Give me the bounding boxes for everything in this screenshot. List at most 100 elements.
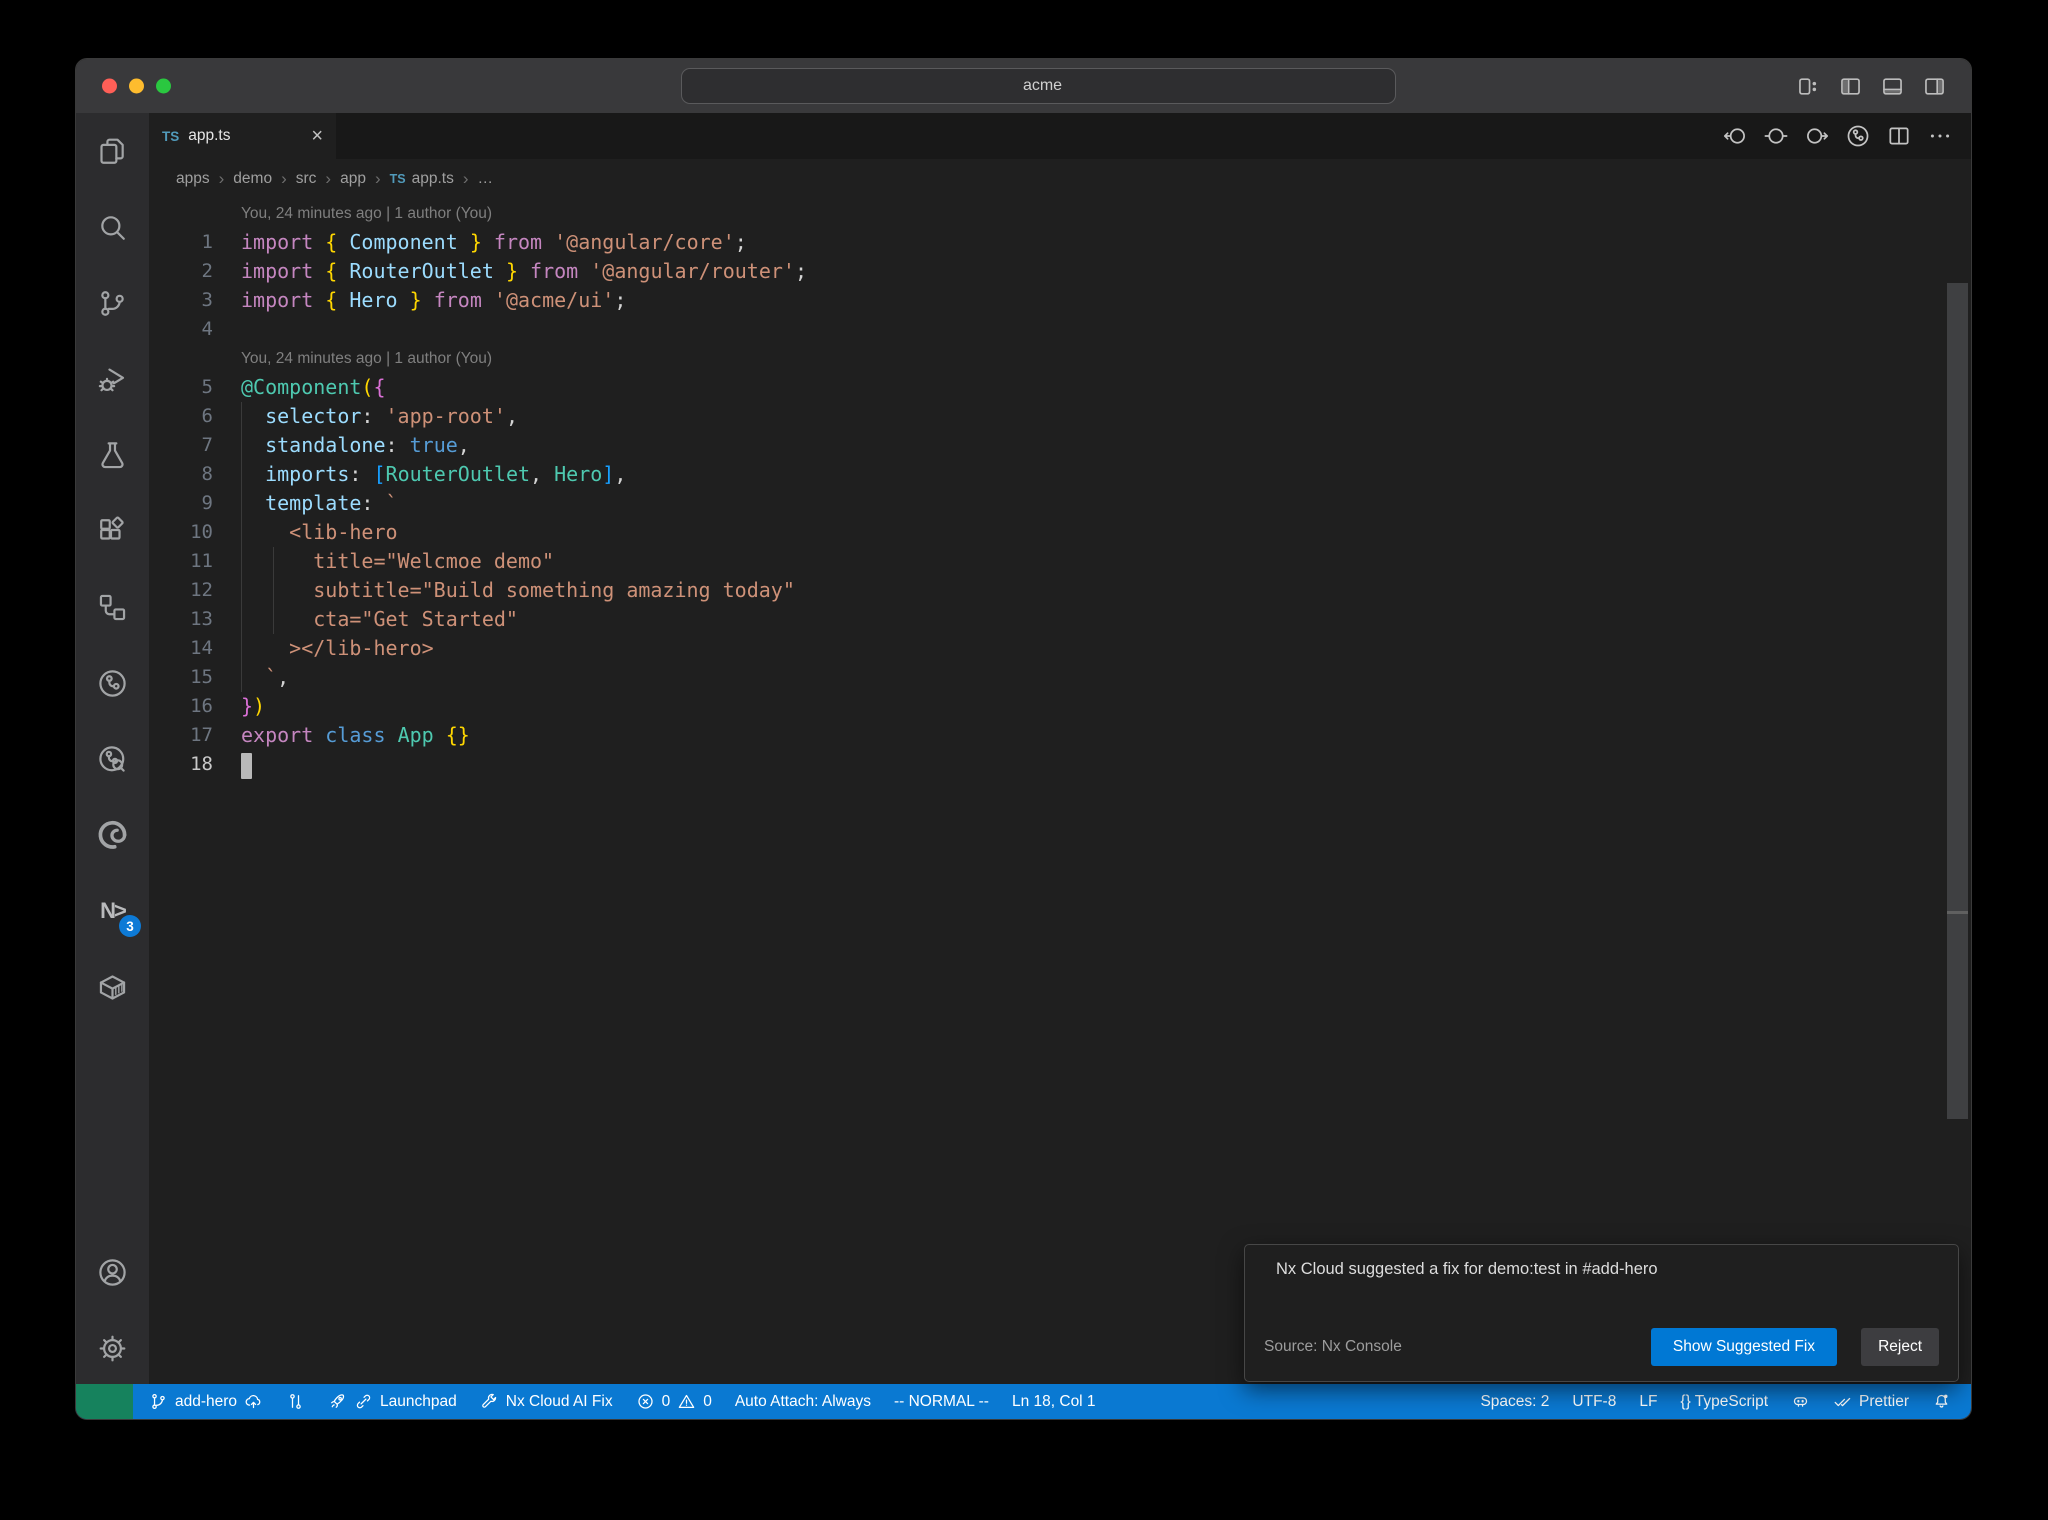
breadcrumb-item[interactable]: … bbox=[478, 170, 494, 188]
line-number: 7 bbox=[201, 434, 213, 456]
tab-app-ts[interactable]: TS app.ts × bbox=[149, 113, 336, 159]
activity-item-files[interactable] bbox=[76, 113, 149, 189]
source-control-icon bbox=[96, 287, 129, 320]
status-item-eol[interactable]: LF bbox=[1633, 1393, 1663, 1411]
line-number: 6 bbox=[201, 405, 213, 427]
notification-title: Nx Cloud suggested a fix for demo:test i… bbox=[1276, 1260, 1658, 1278]
layout-sidebar-left-icon[interactable] bbox=[1838, 74, 1863, 99]
breadcrumb-item[interactable]: app bbox=[340, 170, 366, 188]
ellipsis-icon[interactable] bbox=[1927, 123, 1953, 149]
files-icon bbox=[96, 135, 129, 168]
line-number: 12 bbox=[190, 579, 213, 601]
show-suggested-fix-button[interactable]: Show Suggested Fix bbox=[1650, 1328, 1838, 1366]
status-item-commit-graph[interactable] bbox=[280, 1392, 311, 1411]
activity-item-gear[interactable] bbox=[76, 1310, 149, 1386]
status-item-notifications-bell[interactable] bbox=[1926, 1392, 1957, 1411]
activity-item-extensions[interactable] bbox=[76, 493, 149, 569]
code-line: 3 import { Hero } from '@acme/ui'; bbox=[149, 286, 1971, 315]
scrollbar-decoration bbox=[1947, 911, 1968, 914]
status-item-git-branch[interactable]: add-hero bbox=[143, 1392, 269, 1411]
status-item-problems[interactable]: 00 bbox=[630, 1392, 718, 1411]
search-value: acme bbox=[1022, 77, 1063, 94]
remote-indicator[interactable] bbox=[76, 1384, 133, 1419]
layout-panel-icon[interactable] bbox=[1880, 74, 1905, 99]
split-editor-icon[interactable] bbox=[1886, 123, 1912, 149]
breadcrumb-separator: › bbox=[281, 169, 287, 188]
gitlens-inspect-icon bbox=[96, 743, 129, 776]
activity-item-edge[interactable] bbox=[76, 797, 149, 873]
layout-sidebar-right-icon[interactable] bbox=[1922, 74, 1947, 99]
editor-scrollbar[interactable] bbox=[1947, 283, 1968, 1119]
reject-button[interactable]: Reject bbox=[1861, 1328, 1939, 1366]
code-line: 15 `, bbox=[149, 663, 1971, 692]
status-item-auto-attach[interactable]: Auto Attach: Always bbox=[729, 1393, 877, 1411]
line-number: 15 bbox=[190, 666, 213, 688]
account-icon bbox=[96, 1256, 129, 1289]
code-line: 11 title="Welcmoe demo" bbox=[149, 547, 1971, 576]
gitlens-icon bbox=[96, 667, 129, 700]
copilot-icon bbox=[1791, 1392, 1810, 1411]
status-item-formatter[interactable]: Prettier bbox=[1827, 1392, 1915, 1411]
gitlens-codelens[interactable]: You, 24 minutes ago | 1 author (You) bbox=[149, 199, 1971, 228]
status-item-cursor-position[interactable]: Ln 18, Col 1 bbox=[1006, 1393, 1102, 1411]
titlebar[interactable]: acme bbox=[76, 59, 1971, 113]
breadcrumb-item[interactable]: src bbox=[296, 170, 317, 188]
status-item-launchpad[interactable]: Launchpad bbox=[322, 1392, 463, 1411]
activity-item-debug[interactable] bbox=[76, 341, 149, 417]
layout-customize-icon[interactable] bbox=[1796, 74, 1821, 99]
line-number: 4 bbox=[201, 318, 213, 340]
gear-icon bbox=[96, 1332, 129, 1365]
code-line: 1 import { Component } from '@angular/cor… bbox=[149, 228, 1971, 257]
activity-item-beaker[interactable] bbox=[76, 417, 149, 493]
copilot-menu[interactable] bbox=[1414, 59, 1418, 113]
activity-item-search[interactable] bbox=[76, 189, 149, 265]
code-line: 7 standalone: true, bbox=[149, 431, 1971, 460]
activity-item-account[interactable] bbox=[76, 1234, 149, 1310]
breadcrumb-separator: › bbox=[218, 169, 225, 188]
line-number: 1 bbox=[201, 231, 213, 253]
activity-item-gitlens-inspect[interactable] bbox=[76, 721, 149, 797]
code-editor[interactable]: You, 24 minutes ago | 1 author (You) 1 imp… bbox=[149, 199, 1971, 1386]
minimize-window-button[interactable] bbox=[129, 78, 144, 94]
status-item-nx-cloud-ai-fix[interactable]: Nx Cloud AI Fix bbox=[474, 1392, 619, 1411]
notification-toast: Nx Cloud suggested a fix for demo:test i… bbox=[1244, 1244, 1959, 1382]
tab-close-icon[interactable]: × bbox=[311, 126, 323, 146]
code-line: 9 template: ` bbox=[149, 489, 1971, 518]
tab-label: app.ts bbox=[188, 127, 231, 144]
code-line: 4 bbox=[149, 315, 1971, 344]
breadcrumb-item[interactable]: apps bbox=[176, 170, 210, 188]
gitlens-codelens[interactable]: You, 24 minutes ago | 1 author (You) bbox=[149, 344, 1971, 373]
activity-item-nx-console[interactable]: N> 3 bbox=[76, 873, 149, 949]
status-item-language[interactable]: {} TypeScript bbox=[1674, 1393, 1774, 1411]
activity-item-source-control[interactable] bbox=[76, 265, 149, 341]
status-bar: add-hero Launchpad Nx Cloud AI Fix 0 0 Auto A… bbox=[76, 1384, 1971, 1419]
zoom-window-button[interactable] bbox=[156, 78, 171, 94]
status-item-vim-mode[interactable]: -- NORMAL -- bbox=[888, 1393, 995, 1411]
circle-arrow-left-icon[interactable] bbox=[1722, 123, 1748, 149]
line-number: 5 bbox=[201, 376, 213, 398]
circle-arrow-right-icon[interactable] bbox=[1804, 123, 1830, 149]
breadcrumb-item[interactable]: TS app.ts bbox=[390, 170, 454, 188]
breadcrumb-item[interactable]: demo bbox=[233, 170, 272, 188]
activity-item-gitlens[interactable] bbox=[76, 645, 149, 721]
link-icon bbox=[354, 1392, 373, 1411]
gitlens-icon[interactable] bbox=[1845, 123, 1871, 149]
check-double-icon bbox=[1833, 1392, 1852, 1411]
status-item-encoding[interactable]: UTF-8 bbox=[1566, 1393, 1622, 1411]
search-icon bbox=[96, 211, 129, 244]
circle-dash-icon[interactable] bbox=[1763, 123, 1789, 149]
warning-icon bbox=[677, 1392, 696, 1411]
status-item-copilot[interactable] bbox=[1785, 1392, 1816, 1411]
command-center-search[interactable]: acme bbox=[681, 68, 1396, 104]
nx-badge: 3 bbox=[119, 915, 141, 937]
line-number: 11 bbox=[190, 550, 213, 572]
activity-item-flowchart[interactable] bbox=[76, 569, 149, 645]
activity-item-container[interactable] bbox=[76, 949, 149, 1025]
line-number: 10 bbox=[190, 521, 213, 543]
line-number: 17 bbox=[190, 724, 213, 746]
breadcrumb: apps › demo › src › app › TS app.ts ›… bbox=[149, 159, 1971, 199]
line-number: 2 bbox=[201, 260, 213, 282]
breadcrumb-separator: › bbox=[325, 169, 332, 188]
close-window-button[interactable] bbox=[102, 78, 117, 94]
status-item-indentation[interactable]: Spaces: 2 bbox=[1474, 1393, 1555, 1411]
